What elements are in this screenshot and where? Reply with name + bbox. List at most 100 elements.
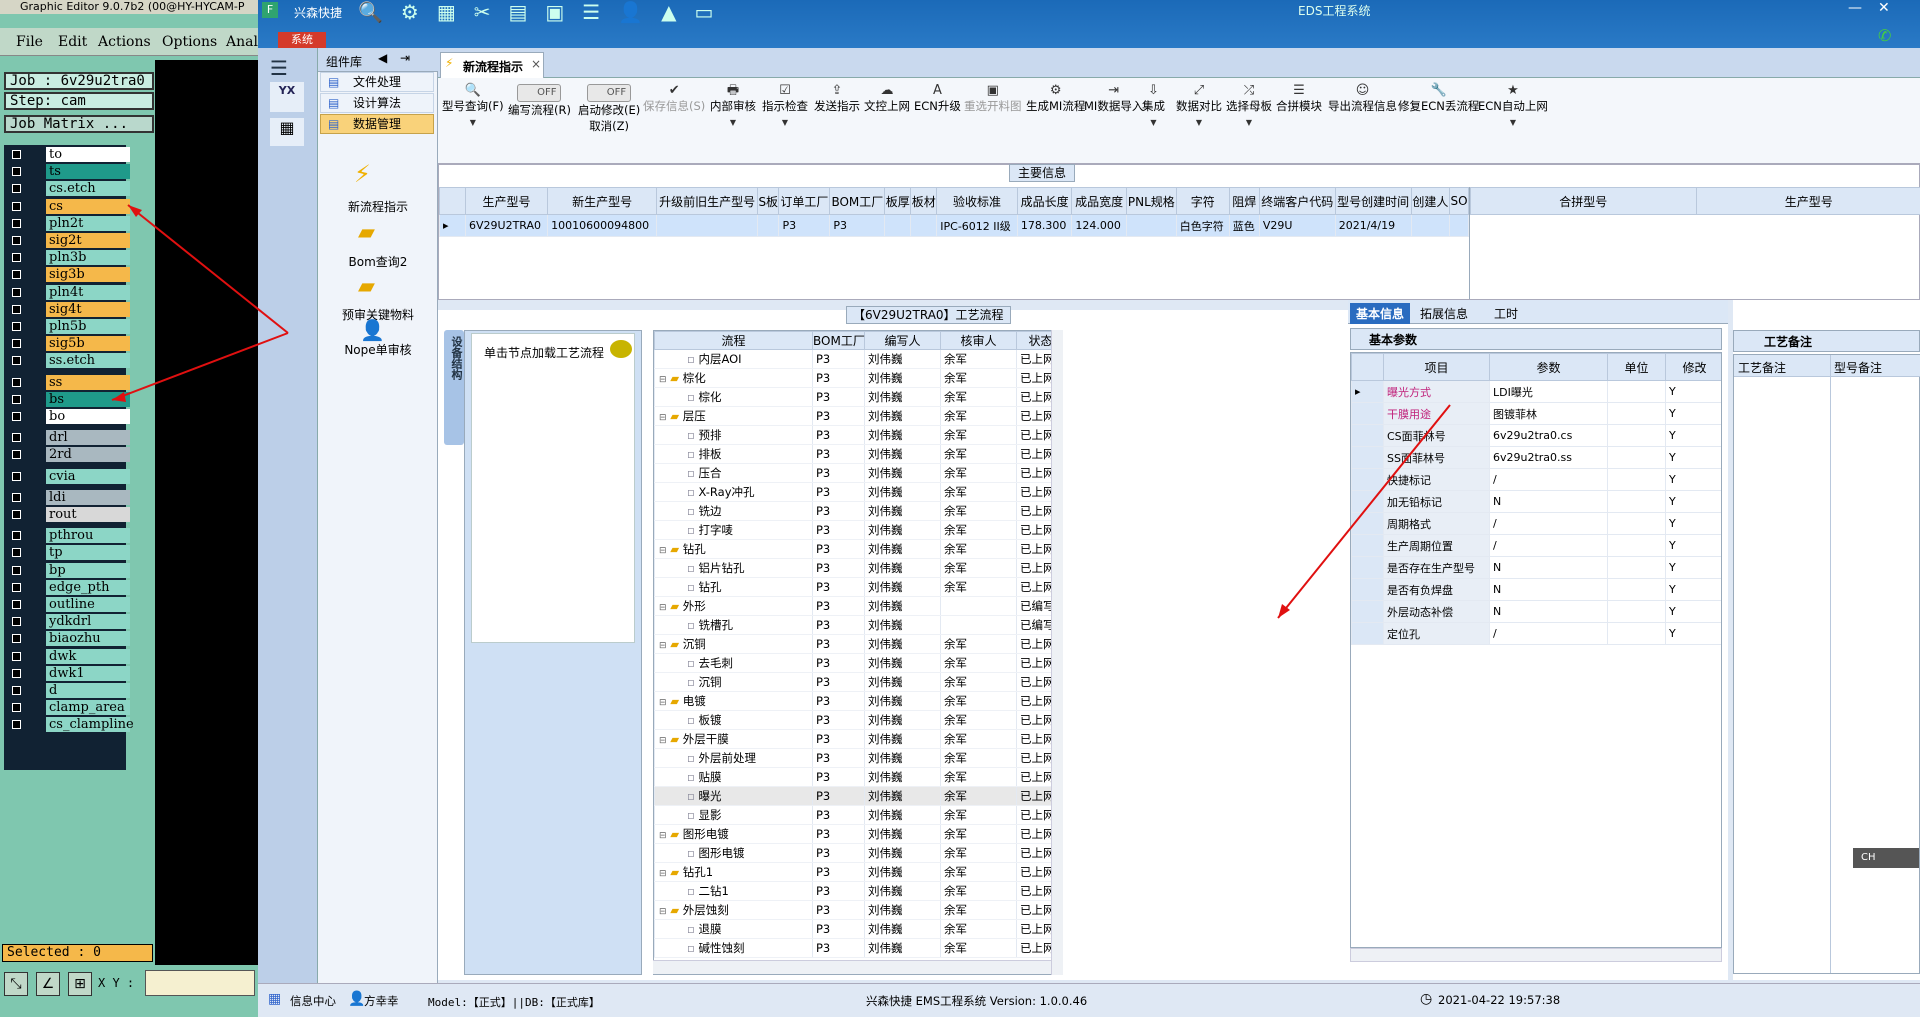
off-toggle[interactable]: OFF	[517, 84, 562, 102]
flow-row[interactable]: ▫ X-Ray冲孔 P3 刘伟巍 余军 已上网	[654, 482, 1062, 502]
flow-hscrollbar[interactable]	[653, 960, 1051, 974]
menu-actions[interactable]: Actions	[98, 34, 151, 50]
tab-basic-info[interactable]: 基本信息	[1350, 303, 1411, 324]
phone-icon[interactable]: ✆	[1878, 26, 1891, 45]
toolbar-button-2[interactable]: OFF 启动修改(E) 取消(Z)	[578, 84, 640, 134]
layer-row[interactable]: biaozhu	[8, 631, 130, 647]
collapse-toggle-icon[interactable]: ⊟	[659, 698, 667, 708]
process-note-textarea[interactable]	[1736, 379, 1828, 969]
basic-row[interactable]: 是否存在生产型号 N Y	[1351, 556, 1721, 579]
toolbar-button-10[interactable]: ⚙ 生成MI流程	[1026, 84, 1085, 114]
layer-checkbox[interactable]	[12, 412, 21, 421]
layer-checkbox[interactable]	[12, 270, 21, 280]
toolbar-button-18[interactable]: ★ ECN自动上网 ▼	[1478, 84, 1548, 128]
main-cell[interactable]: IPC-6012 II级	[936, 214, 1018, 237]
grid-icon[interactable]: ⊞	[68, 972, 92, 996]
model-note-textarea[interactable]	[1832, 379, 1918, 969]
layer-row[interactable]: sig3b	[8, 267, 130, 283]
layer-checkbox[interactable]	[12, 531, 21, 541]
layer-row[interactable]: rout	[8, 507, 130, 522]
flow-row[interactable]: ▫ 曝光 P3 刘伟巍 余军 已上网	[654, 786, 1062, 806]
col-header[interactable]: 验收标准	[936, 187, 1018, 215]
col-header[interactable]: 终端客户代码	[1258, 187, 1336, 215]
basic-row[interactable]: ▸ 曝光方式 LDI曝光 Y	[1351, 380, 1721, 403]
flow-row[interactable]: ▫ 图形电镀 P3 刘伟巍 余军 已上网	[654, 843, 1062, 863]
calculator-icon[interactable]: ▦	[270, 118, 304, 146]
layer-checkbox[interactable]	[12, 634, 21, 644]
layer-checkbox[interactable]	[12, 150, 21, 159]
graphics-canvas[interactable]	[155, 60, 260, 965]
layer-row[interactable]: d	[8, 683, 130, 698]
flow-row[interactable]: ▫ 显影 P3 刘伟巍 余军 已上网	[654, 805, 1062, 825]
basic-unit[interactable]	[1607, 380, 1666, 403]
basic-row[interactable]: 加无铅标记 N Y	[1351, 490, 1721, 513]
flow-row[interactable]: ▫ 铝片钻孔 P3 刘伟巍 余军 已上网	[654, 558, 1062, 578]
flow-row[interactable]: ▫ 内层AOI P3 刘伟巍 余军 已上网	[654, 349, 1062, 369]
basic-modify[interactable]: Y	[1665, 512, 1721, 535]
flow-row[interactable]: ▫ 退膜 P3 刘伟巍 余军 已上网	[654, 919, 1062, 939]
layer-row[interactable]: drl	[8, 430, 130, 446]
basic-hscrollbar[interactable]	[1350, 948, 1722, 962]
basic-unit[interactable]	[1607, 534, 1666, 557]
pin-icon[interactable]: ⇥	[400, 51, 410, 65]
col-header[interactable]: 生产型号	[1695, 187, 1920, 215]
layer-row[interactable]: ydkdrl	[8, 614, 130, 630]
layer-checkbox[interactable]	[12, 565, 21, 575]
basic-unit[interactable]	[1607, 512, 1666, 535]
collapse-toggle-icon[interactable]: ⊟	[659, 603, 667, 613]
layer-checkbox[interactable]	[12, 184, 21, 194]
tool-nope-review[interactable]: Nope单审核	[318, 341, 438, 358]
basic-col-header[interactable]: 项目	[1383, 353, 1490, 381]
basic-unit[interactable]	[1607, 600, 1666, 623]
flow-row[interactable]: ⊟ ▰ 钻孔1 P3 刘伟巍 余军 已上网	[654, 862, 1062, 882]
collapse-toggle-icon[interactable]: ⊟	[659, 907, 667, 917]
flow-row[interactable]: ▫ 打字唛 P3 刘伟巍 余军 已上网	[654, 520, 1062, 540]
tool-new-flow[interactable]: 新流程指示	[318, 198, 438, 215]
toolbar-button-16[interactable]: ☺ 导出流程信息	[1328, 84, 1397, 114]
basic-row[interactable]: SS面菲林号 6v29u2tra0.ss Y	[1351, 446, 1721, 469]
toolbar-button-7[interactable]: ☁ 文控上网	[864, 84, 910, 114]
zoom-icon[interactable]: ⤡	[4, 972, 28, 996]
layer-checkbox[interactable]	[12, 450, 21, 460]
basic-value[interactable]: N	[1489, 600, 1608, 623]
layer-row[interactable]: pln3b	[8, 250, 130, 266]
layer-row[interactable]: dwk	[8, 648, 130, 664]
main-cell[interactable]: 10010600094800	[547, 214, 658, 237]
close-icon[interactable]: ×	[531, 57, 541, 71]
flow-row[interactable]: ⊟ ▰ 沉铜 P3 刘伟巍 余军 已上网	[654, 634, 1062, 654]
flow-row[interactable]: ⊟ ▰ 钻孔 P3 刘伟巍 余军 已上网	[654, 539, 1062, 559]
basic-unit[interactable]	[1607, 556, 1666, 579]
basic-col-header[interactable]: 修改	[1665, 353, 1721, 381]
tool-bom-query[interactable]: Bom查询2	[318, 253, 438, 270]
basic-modify[interactable]: Y	[1665, 490, 1721, 513]
col-header[interactable]: 板厚	[884, 187, 912, 215]
basic-modify[interactable]: Y	[1665, 578, 1721, 601]
main-cell[interactable]	[1410, 214, 1451, 237]
basic-value[interactable]: 6v29u2tra0.ss	[1489, 446, 1608, 469]
menu-options[interactable]: Options	[162, 34, 217, 50]
col-header[interactable]: 升级前旧生产型号	[656, 187, 759, 215]
basic-value[interactable]: N	[1489, 490, 1608, 513]
layer-checkbox[interactable]	[12, 322, 21, 331]
layer-row[interactable]: bp	[8, 562, 130, 578]
col-header[interactable]: 生产型号	[464, 187, 549, 215]
layer-checkbox[interactable]	[12, 253, 21, 263]
flow-row[interactable]: ▫ 板镀 P3 刘伟巍 余军 已上网	[654, 710, 1062, 730]
col-header[interactable]: 阻焊	[1228, 187, 1260, 215]
basic-value[interactable]: /	[1489, 468, 1608, 491]
main-cell[interactable]	[910, 214, 938, 237]
menu-edit[interactable]: Edit	[58, 34, 87, 50]
basic-row[interactable]: 干膜用途 图镀菲林 Y	[1351, 402, 1721, 425]
collapse-toggle-icon[interactable]: ⊟	[659, 869, 667, 879]
toolbar-button-4[interactable]: 🖶 内部审核 ▼	[710, 84, 756, 128]
layer-row[interactable]: to	[8, 147, 130, 162]
col-header[interactable]: 成品宽度	[1071, 187, 1127, 215]
flow-row[interactable]: ▫ 钻孔 P3 刘伟巍 余军 已上网	[654, 577, 1062, 597]
toolbar-button-15[interactable]: ☰ 合拼模块	[1276, 84, 1322, 114]
toolbar-button-14[interactable]: ⤮ 选择母板 ▼	[1226, 84, 1272, 128]
toolbar-button-3[interactable]: ✔ 保存信息(S)	[643, 84, 705, 114]
main-cell[interactable]	[884, 214, 912, 237]
main-cell[interactable]: 178.300	[1016, 214, 1073, 237]
dropdown-arrow-icon[interactable]: ▼	[1176, 118, 1222, 127]
basic-value[interactable]: /	[1489, 534, 1608, 557]
